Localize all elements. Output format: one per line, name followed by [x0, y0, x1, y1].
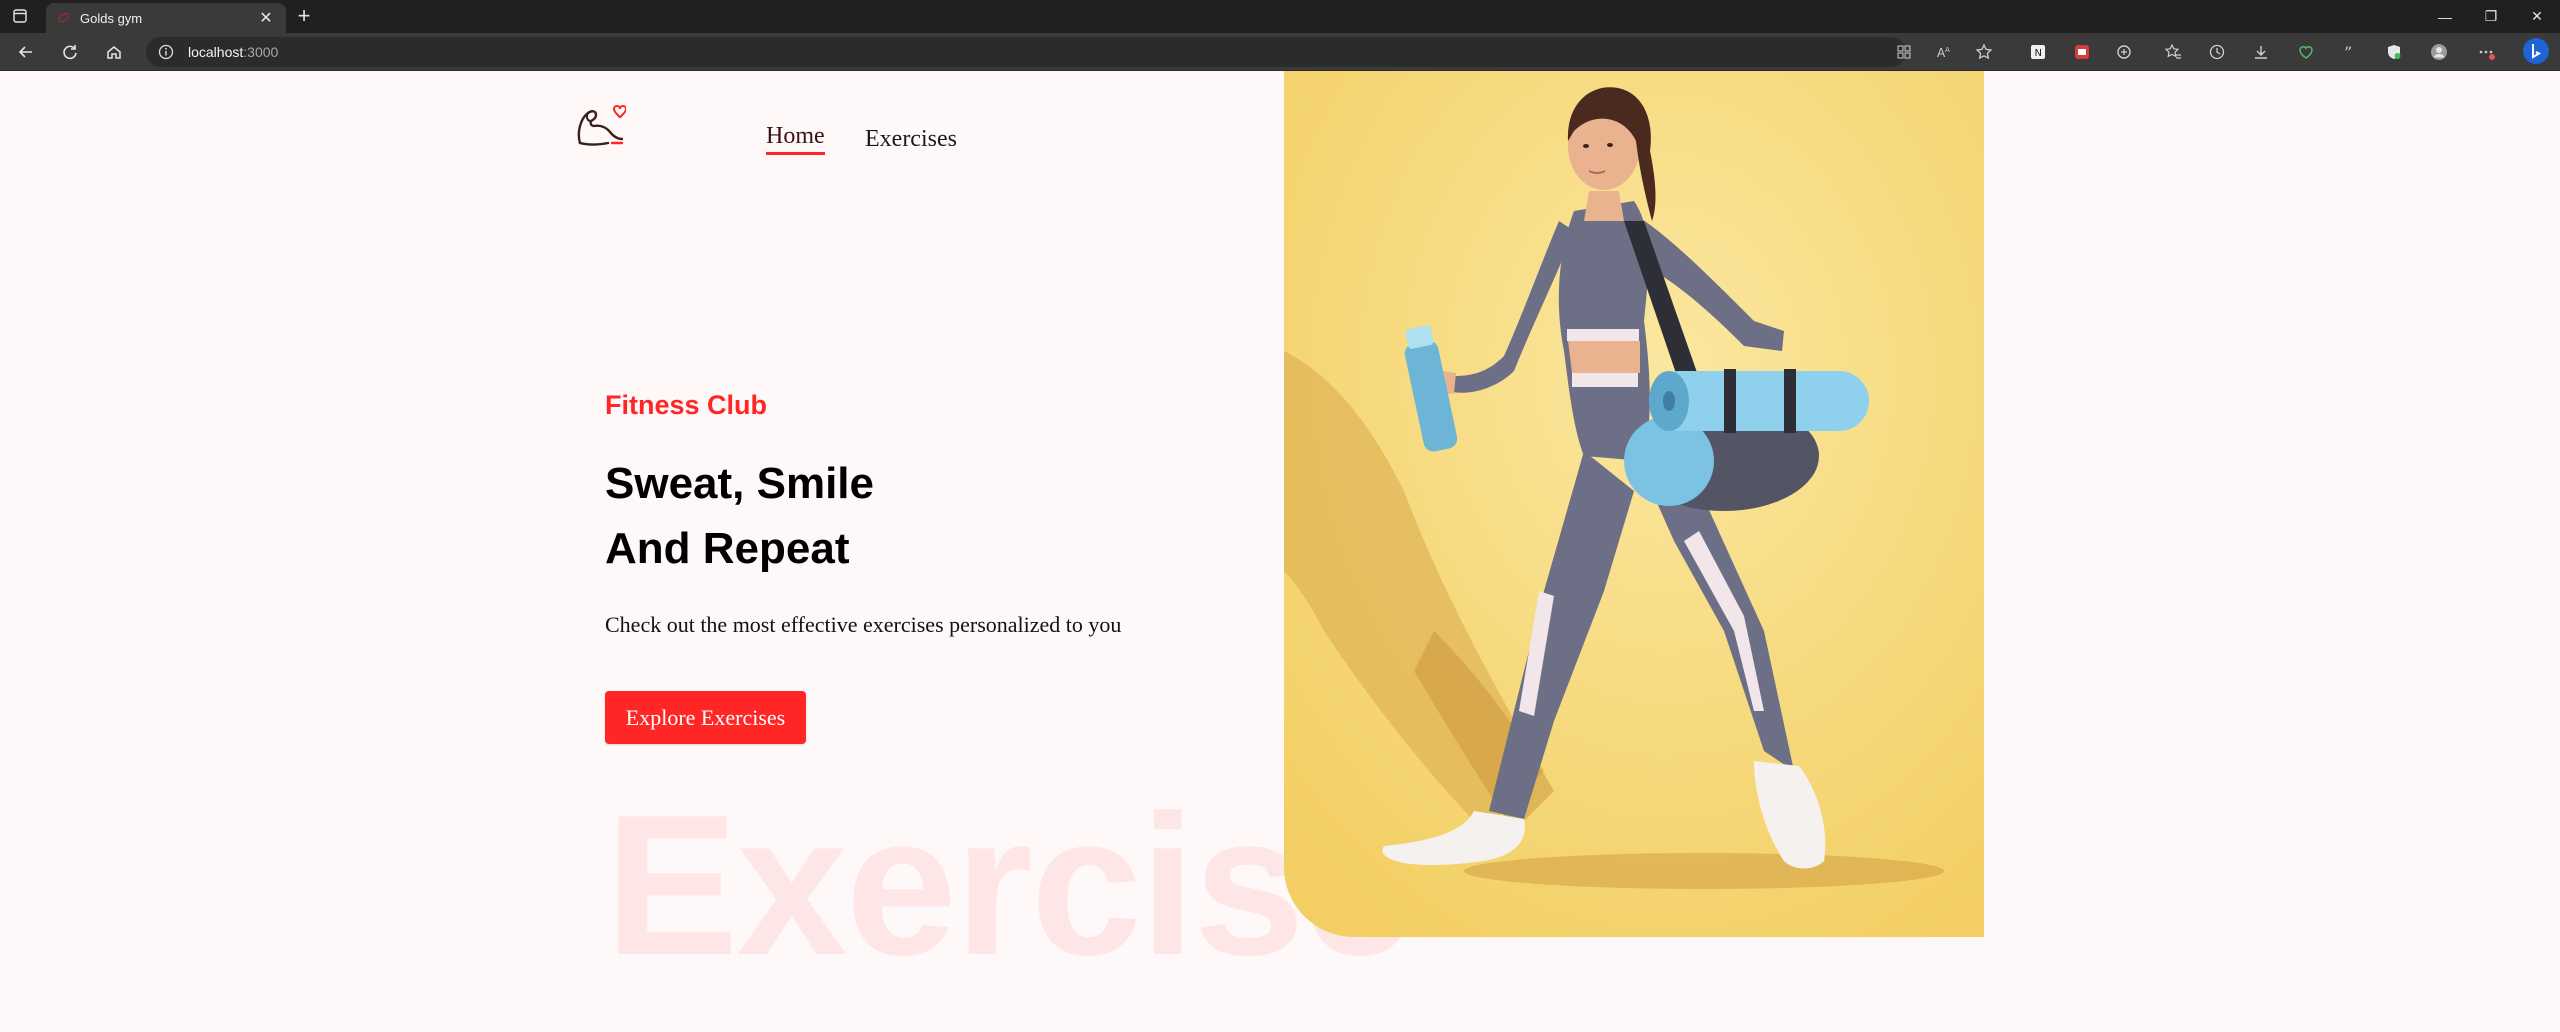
quote-icon[interactable]: ”	[2340, 42, 2360, 62]
restore-button[interactable]: ❐	[2468, 0, 2514, 33]
apps-icon[interactable]	[1894, 42, 1914, 62]
back-icon[interactable]	[12, 39, 40, 65]
close-window-button[interactable]: ✕	[2514, 0, 2560, 33]
copilot-icon[interactable]	[2522, 37, 2550, 65]
hero-banner-image	[1284, 71, 1984, 937]
favorite-star-icon[interactable]	[1974, 42, 1994, 62]
extension-red-icon[interactable]	[2072, 42, 2092, 62]
downloads-icon[interactable]	[2251, 42, 2271, 62]
tab-actions-icon[interactable]	[10, 7, 30, 25]
favorites-icon[interactable]	[2163, 42, 2183, 62]
minimize-button[interactable]: —	[2422, 0, 2468, 33]
refresh-icon[interactable]	[56, 39, 84, 65]
explore-exercises-button[interactable]: Explore Exercises	[605, 691, 806, 744]
tab-title: Golds gym	[80, 10, 143, 26]
page-viewport: Home Exercises Exercise Fitness Club Swe…	[0, 71, 2560, 1032]
nav-link-home[interactable]: Home	[766, 123, 825, 150]
svg-text:A: A	[1945, 46, 1950, 54]
profile-icon[interactable]	[2429, 42, 2449, 62]
address-bar[interactable]: localhost:3000	[146, 37, 1906, 67]
hero-subcopy: Check out the most effective exercises p…	[605, 612, 1122, 637]
home-icon[interactable]	[100, 39, 128, 65]
hero-headline-line1: Sweat, Smile	[605, 459, 875, 508]
extension-puzzle-icon[interactable]	[2114, 42, 2134, 62]
nav-link-exercises[interactable]: Exercises	[865, 126, 957, 153]
performance-icon[interactable]	[2296, 42, 2316, 62]
url-port: :3000	[243, 44, 279, 60]
browser-tabstrip: Golds gym ✕ + — ❐ ✕	[0, 0, 2560, 33]
svg-text:”: ”	[2344, 43, 2352, 61]
tab-close-icon[interactable]: ✕	[256, 8, 276, 28]
hero-headline-line2: And Repeat	[605, 524, 850, 573]
svg-text:N: N	[2035, 48, 2042, 59]
shield-icon[interactable]	[2384, 42, 2404, 62]
history-icon[interactable]	[2207, 42, 2227, 62]
url-host: localhost	[188, 44, 244, 60]
new-tab-button[interactable]: +	[292, 5, 316, 29]
flexed-arm-heart-logo[interactable]	[574, 99, 626, 155]
hero-eyebrow: Fitness Club	[605, 390, 768, 420]
browser-tab-active[interactable]: Golds gym ✕	[46, 3, 286, 33]
site-info-icon[interactable]	[158, 44, 174, 60]
more-icon[interactable]	[2476, 42, 2496, 62]
extension-n-icon[interactable]: N	[2028, 42, 2048, 62]
read-aloud-icon[interactable]: AA	[1934, 42, 1954, 62]
browser-toolbar: localhost:3000 AA N ”	[0, 33, 2560, 71]
nav-active-underline	[766, 152, 825, 155]
tab-favicon-icon	[58, 12, 69, 23]
woman-walking-with-gym-bag-illustration	[1284, 71, 1984, 937]
